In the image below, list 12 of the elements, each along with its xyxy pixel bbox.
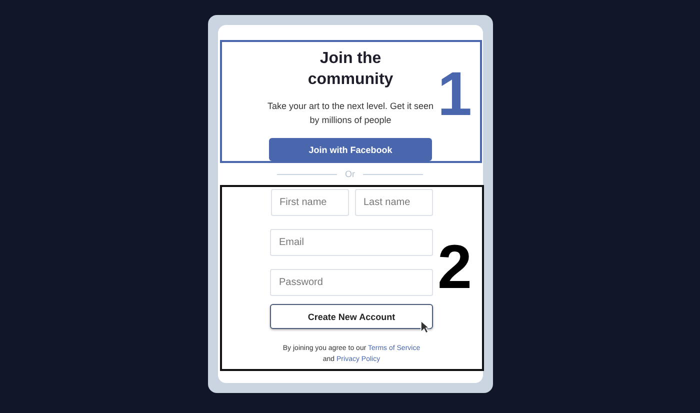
input-field[interactable]: First name	[270, 189, 348, 216]
cursor-icon	[420, 320, 430, 334]
divider-label: Or	[345, 169, 355, 179]
section-number: 2	[438, 237, 472, 299]
card-title: Join the community	[306, 49, 394, 90]
input-field[interactable]: Last name	[354, 189, 432, 216]
input-field[interactable]: Password	[270, 269, 433, 296]
section-number: 1	[438, 64, 472, 126]
facebook-button[interactable]: Join with Facebook	[269, 138, 432, 161]
create-account-button[interactable]: Create New Account	[270, 304, 433, 329]
card-subtitle: Take your art to the next level. Get it seen by millions of people	[266, 100, 435, 127]
input-field[interactable]: Email	[270, 229, 433, 256]
